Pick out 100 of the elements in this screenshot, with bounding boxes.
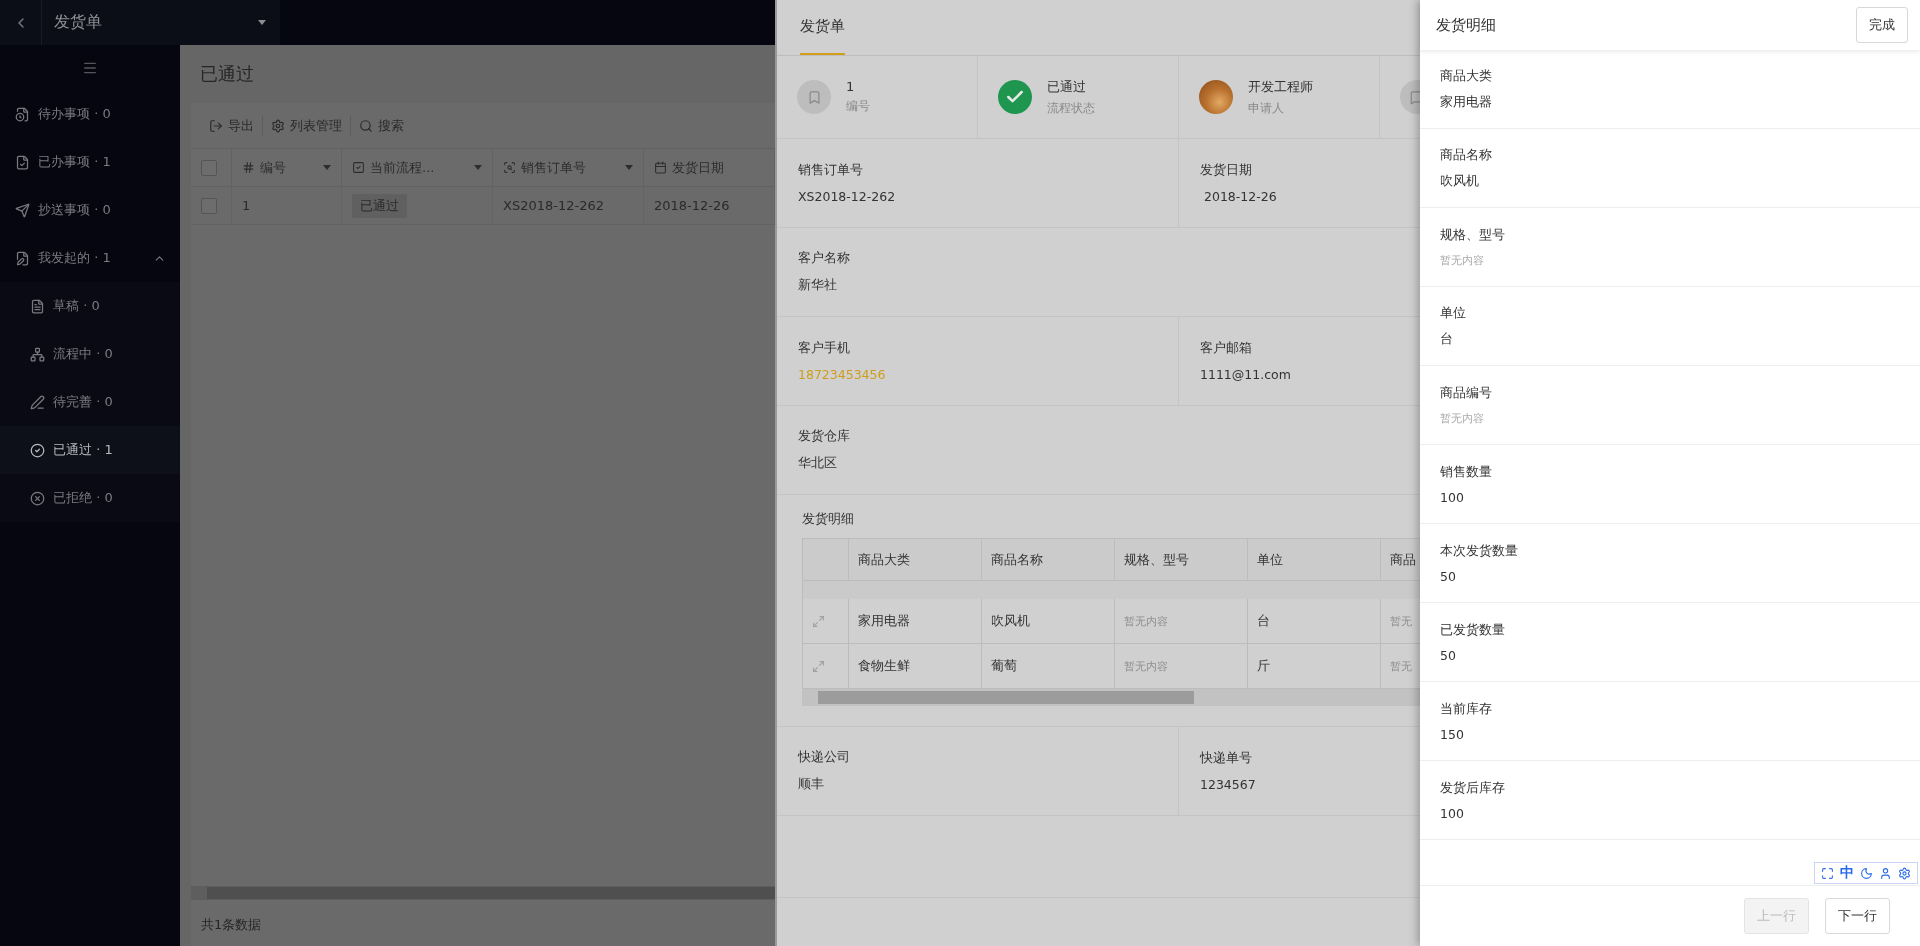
summary-value: 1 bbox=[846, 79, 856, 94]
column-header[interactable]: 编号 bbox=[232, 149, 342, 187]
sidebar-item-icon bbox=[30, 490, 45, 506]
tab[interactable]: 发货单 bbox=[800, 0, 845, 55]
sidebar-item-icon bbox=[15, 202, 30, 218]
column-header[interactable]: 当前流程... bbox=[342, 149, 493, 187]
summary-caption: 编号 bbox=[846, 98, 870, 115]
scrollbar-track[interactable] bbox=[802, 689, 1420, 706]
caret-icon[interactable] bbox=[258, 20, 266, 25]
summary-caption: 申请人 bbox=[1248, 99, 1285, 117]
column-header: 商品名称 bbox=[982, 538, 1115, 581]
field-label: 客户邮箱 bbox=[1200, 340, 1253, 357]
column-icon bbox=[503, 161, 516, 174]
field-value: 100 bbox=[1440, 489, 1465, 505]
toolbar-button[interactable]: 导出 bbox=[201, 115, 263, 136]
table-cell: 1 bbox=[232, 187, 342, 225]
section-title: 发货明细 bbox=[802, 511, 855, 528]
check-icon bbox=[998, 80, 1032, 114]
app-title: 发货单 bbox=[53, 12, 103, 33]
column-header[interactable]: 销售订单号 bbox=[493, 149, 644, 187]
toolbar-icon bbox=[209, 118, 223, 133]
input-language[interactable]: 中 bbox=[1840, 864, 1854, 882]
caret-icon[interactable] bbox=[625, 165, 633, 170]
field-label: 单位 bbox=[1440, 304, 1467, 322]
table-cell: 吹风机 bbox=[982, 599, 1115, 644]
column-icon bbox=[352, 161, 365, 174]
field-value: 1234567 bbox=[1200, 777, 1257, 792]
scrollbar-track[interactable] bbox=[191, 886, 775, 900]
moon-icon[interactable] bbox=[1860, 866, 1873, 880]
field-value: 华北区 bbox=[798, 455, 838, 472]
scrollbar-thumb[interactable] bbox=[207, 887, 775, 899]
field-label: 销售订单号 bbox=[798, 162, 864, 179]
field-value: 50 bbox=[1440, 568, 1457, 584]
caret-icon[interactable] bbox=[474, 165, 482, 170]
scrollbar-thumb[interactable] bbox=[818, 691, 1194, 704]
bookmark-icon bbox=[797, 80, 831, 114]
field-value: 家用电器 bbox=[1440, 93, 1493, 111]
toolbar-icon bbox=[359, 118, 373, 133]
field-value: 50 bbox=[1440, 647, 1457, 663]
caret-icon[interactable] bbox=[323, 165, 331, 170]
field-label: 商品名称 bbox=[1440, 146, 1493, 164]
sidebar-item[interactable]: 待办事项 · 0 bbox=[0, 90, 180, 138]
sidebar-item[interactable]: 流程中 · 0 bbox=[0, 330, 180, 378]
sidebar-item-icon bbox=[15, 106, 30, 122]
field-value: 顺丰 bbox=[798, 776, 825, 793]
table-cell: 暂无内容 bbox=[1115, 599, 1248, 644]
field-value: 台 bbox=[1440, 330, 1454, 348]
table-cell: XS2018-12-262 bbox=[493, 187, 644, 225]
sidebar-item-icon bbox=[15, 250, 30, 266]
field-label: 商品编号 bbox=[1440, 384, 1493, 402]
sidebar-item-icon bbox=[15, 154, 30, 170]
field-label: 本次发货数量 bbox=[1440, 542, 1519, 560]
sidebar-item-icon bbox=[30, 394, 45, 410]
sidebar-item-icon bbox=[30, 346, 45, 362]
sidebar-item[interactable]: 待完善 · 0 bbox=[0, 378, 180, 426]
sidebar-item[interactable]: 我发起的 · 1 bbox=[0, 234, 180, 282]
field-value: 100 bbox=[1440, 805, 1465, 821]
sidebar-item[interactable]: 草稿 · 0 bbox=[0, 282, 180, 330]
field-label: 客户名称 bbox=[798, 250, 851, 267]
page-title: 已通过 bbox=[199, 62, 255, 86]
column-header: 单位 bbox=[1248, 538, 1381, 581]
record-count: 共1条数据 bbox=[200, 915, 263, 934]
sidebar-item-icon bbox=[30, 298, 45, 314]
field-label: 规格、型号 bbox=[1440, 226, 1506, 244]
expand-icon[interactable] bbox=[1821, 866, 1834, 880]
drawer-title: 发货明细 bbox=[1436, 15, 1496, 35]
field-value: 2018-12-26 bbox=[1202, 189, 1278, 204]
field-label: 发货后库存 bbox=[1440, 779, 1506, 797]
field-label: 商品大类 bbox=[1440, 67, 1493, 85]
column-icon bbox=[654, 161, 667, 174]
field-label: 快递公司 bbox=[798, 749, 851, 766]
field-label: 客户手机 bbox=[798, 340, 851, 357]
summary-value: 开发工程师 bbox=[1248, 77, 1313, 96]
sidebar-item[interactable]: 抄送事项 · 0 bbox=[0, 186, 180, 234]
field-value: 150 bbox=[1440, 726, 1465, 742]
field-label: 当前库存 bbox=[1440, 700, 1493, 718]
column-icon bbox=[242, 161, 255, 174]
column-header: 商品 bbox=[1381, 538, 1420, 581]
select-all-checkbox[interactable] bbox=[201, 159, 217, 176]
settings-icon[interactable] bbox=[1898, 866, 1911, 880]
toolbar-button[interactable]: 搜索 bbox=[351, 115, 412, 136]
field-label: 快递单号 bbox=[1200, 750, 1253, 767]
user-icon[interactable] bbox=[1879, 866, 1892, 880]
table-cell: 家用电器 bbox=[849, 599, 982, 644]
field-value: XS2018-12-262 bbox=[798, 189, 897, 204]
field-value: 1111@11.com bbox=[1200, 367, 1292, 382]
sidebar-item[interactable]: 已办事项 · 1 bbox=[0, 138, 180, 186]
next-row-button[interactable]: 下一行 bbox=[1825, 898, 1890, 934]
summary-caption: 流程状态 bbox=[1047, 99, 1095, 117]
table-cell: 台 bbox=[1248, 599, 1381, 644]
done-button[interactable]: 完成 bbox=[1856, 7, 1908, 43]
field-label: 发货仓库 bbox=[798, 428, 851, 445]
sidebar-item[interactable]: 已通过 · 1 bbox=[0, 426, 180, 474]
toolbar-button[interactable]: 列表管理 bbox=[263, 115, 351, 136]
field-value: 暂无内容 bbox=[1440, 252, 1485, 268]
sidebar-item[interactable]: 已拒绝 · 0 bbox=[0, 474, 180, 522]
field-label: 已发货数量 bbox=[1440, 621, 1506, 639]
avatar bbox=[1199, 80, 1233, 114]
row-checkbox[interactable] bbox=[201, 197, 217, 214]
column-header[interactable]: 发货日期 bbox=[644, 149, 775, 187]
